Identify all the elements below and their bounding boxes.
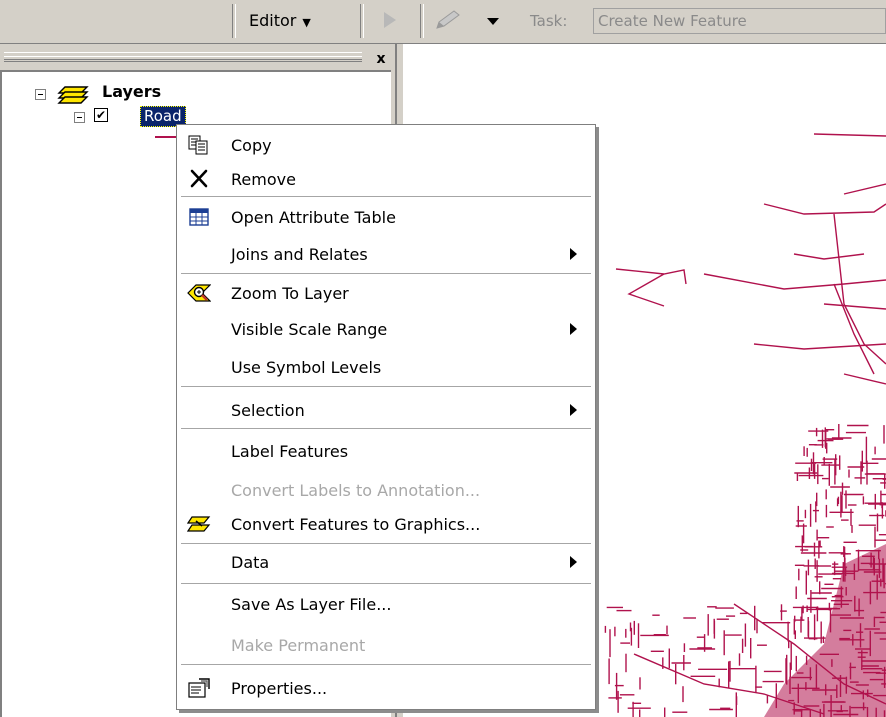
edit-tool-arrow-icon[interactable] [384, 12, 396, 28]
layers-icon [57, 86, 89, 104]
table-icon [189, 208, 209, 226]
menu-separator [181, 428, 591, 429]
menu-item-label: Save As Layer File... [231, 595, 392, 614]
layer-context-menu: Copy Remove Open Attribute Table Joins a… [176, 124, 596, 710]
menu-item-label: Make Permanent [231, 636, 366, 655]
menu-separator [181, 543, 591, 544]
editor-menu-button[interactable]: Editor ▼ [249, 8, 311, 34]
menu-item-data[interactable]: Data [177, 545, 595, 579]
menu-item-convert-labels-to-annotation: Convert Labels to Annotation... [177, 473, 595, 507]
menu-item-label: Convert Features to Graphics... [231, 515, 481, 534]
menu-item-selection[interactable]: Selection [177, 393, 595, 427]
menu-item-copy[interactable]: Copy [177, 128, 595, 162]
task-select-value: Create New Feature [598, 12, 747, 30]
menu-item-label: Remove [231, 170, 296, 189]
menu-separator [181, 386, 591, 387]
editor-menu-label: Editor [249, 11, 297, 30]
menu-item-label: Use Symbol Levels [231, 358, 382, 377]
collapse-layers-icon[interactable] [35, 89, 46, 100]
menu-item-label: Convert Labels to Annotation... [231, 481, 481, 500]
road-visibility-checkbox[interactable]: ✔ [94, 108, 108, 122]
menu-item-properties[interactable]: Properties... [177, 671, 595, 705]
toolbar-separator [232, 4, 236, 38]
menu-item-visible-scale-range[interactable]: Visible Scale Range [177, 312, 595, 346]
sketch-tool-dropdown-icon[interactable] [487, 18, 499, 25]
menu-item-label-features[interactable]: Label Features [177, 434, 595, 468]
copy-icon [188, 135, 208, 155]
menu-item-label: Open Attribute Table [231, 208, 396, 227]
menu-item-label: Data [231, 553, 270, 572]
collapse-road-icon[interactable] [74, 112, 85, 123]
submenu-arrow-icon [570, 556, 577, 568]
submenu-arrow-icon [570, 404, 577, 416]
layers-root-label[interactable]: Layers [102, 82, 161, 101]
menu-item-open-attribute-table[interactable]: Open Attribute Table [177, 200, 595, 234]
menu-item-label: Properties... [231, 679, 328, 698]
menu-item-label: Joins and Relates [231, 245, 368, 264]
menu-item-convert-features-to-graphics[interactable]: Convert Features to Graphics... [177, 507, 595, 541]
menu-item-label: Label Features [231, 442, 349, 461]
editor-toolbar: Editor ▼ Task: Create New Feature [0, 0, 886, 44]
close-icon[interactable]: x [371, 51, 391, 67]
menu-item-label: Selection [231, 401, 305, 420]
menu-item-remove[interactable]: Remove [177, 162, 595, 196]
menu-item-label: Zoom To Layer [231, 284, 349, 303]
menu-separator [181, 196, 591, 197]
task-label: Task: [530, 12, 568, 30]
submenu-arrow-icon [570, 248, 577, 260]
submenu-arrow-icon [570, 323, 577, 335]
properties-icon [188, 678, 210, 698]
convert-graphics-icon [187, 516, 211, 532]
menu-separator [181, 583, 591, 584]
menu-item-use-symbol-levels[interactable]: Use Symbol Levels [177, 350, 595, 384]
toolbar-separator [420, 4, 424, 38]
menu-separator [181, 664, 591, 665]
menu-item-save-as-layer-file[interactable]: Save As Layer File... [177, 587, 595, 621]
menu-item-label: Visible Scale Range [231, 320, 388, 339]
sketch-pencil-icon[interactable] [434, 9, 464, 31]
menu-item-label: Copy [231, 136, 272, 155]
menu-item-make-permanent: Make Permanent [177, 628, 595, 662]
menu-item-zoom-to-layer[interactable]: Zoom To Layer [177, 276, 595, 310]
panel-drag-handle[interactable] [4, 52, 362, 62]
task-select[interactable]: Create New Feature [593, 8, 886, 34]
menu-item-joins-and-relates[interactable]: Joins and Relates [177, 237, 595, 271]
toolbar-separator [360, 4, 364, 38]
remove-icon [190, 169, 208, 188]
menu-separator [181, 273, 591, 274]
zoom-to-layer-icon [187, 284, 211, 302]
chevron-down-icon: ▼ [302, 16, 311, 29]
